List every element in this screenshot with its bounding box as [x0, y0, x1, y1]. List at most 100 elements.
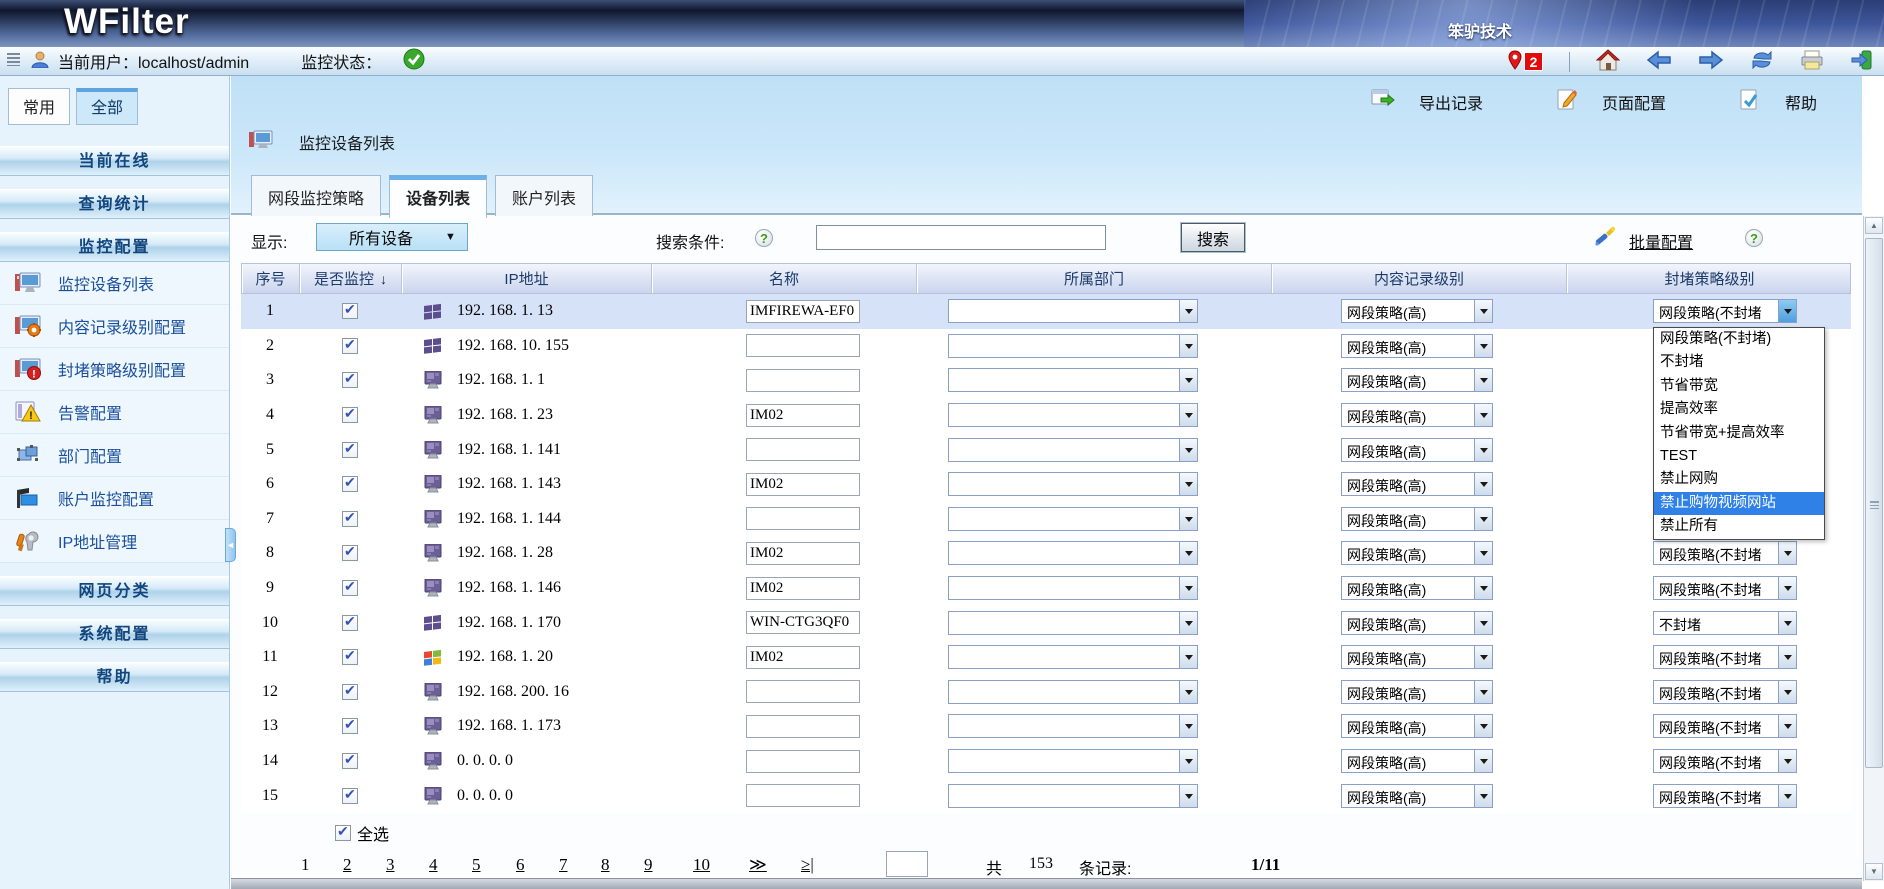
- content-level-select[interactable]: 网段策略(高): [1341, 403, 1493, 427]
- device-name-input[interactable]: [746, 473, 860, 496]
- search-input[interactable]: [816, 225, 1106, 250]
- monitor-checkbox[interactable]: [342, 545, 358, 561]
- dropdown-option[interactable]: 禁止购物视频网站: [1654, 492, 1824, 515]
- dropdown-option[interactable]: 节省带宽: [1654, 375, 1824, 398]
- bottom-scroll-strip[interactable]: [231, 878, 1862, 889]
- toolbar-页面配置[interactable]: 页面配置: [1556, 89, 1666, 115]
- device-name-input[interactable]: [746, 680, 860, 703]
- scrollbar-thumb[interactable]: [1865, 238, 1883, 768]
- search-button[interactable]: 搜索: [1181, 223, 1245, 252]
- sidebar-tab-常用[interactable]: 常用: [8, 88, 70, 125]
- device-name-input[interactable]: [746, 404, 860, 427]
- device-name-input[interactable]: [746, 542, 860, 565]
- dept-select[interactable]: [948, 438, 1198, 462]
- page-link[interactable]: 10: [693, 855, 710, 875]
- monitor-checkbox[interactable]: [342, 718, 358, 734]
- page-link[interactable]: 7: [559, 855, 568, 875]
- page-link[interactable]: 8: [601, 855, 610, 875]
- content-level-select[interactable]: 网段策略(高): [1341, 299, 1493, 323]
- device-name-input[interactable]: [746, 369, 860, 392]
- next-group-link[interactable]: ≫: [749, 855, 767, 875]
- toolbar-导出记录[interactable]: 导出记录: [1371, 89, 1483, 115]
- content-level-select[interactable]: 网段策略(高): [1341, 784, 1493, 808]
- content-level-select[interactable]: 网段策略(高): [1341, 645, 1493, 669]
- dropdown-option[interactable]: 节省带宽+提高效率: [1654, 422, 1824, 445]
- dropdown-option[interactable]: 禁止网购: [1654, 468, 1824, 491]
- block-level-select[interactable]: 网段策略(不封堵: [1653, 645, 1797, 669]
- sidebar-item-监控设备列表[interactable]: 监控设备列表: [0, 262, 229, 305]
- block-level-select[interactable]: 网段策略(不封堵: [1653, 576, 1797, 600]
- dept-select[interactable]: [948, 749, 1198, 773]
- dept-select[interactable]: [948, 368, 1198, 392]
- sidebar-item-封堵策略级别配置[interactable]: !封堵策略级别配置: [0, 348, 229, 391]
- dropdown-option[interactable]: 网段策略(不封堵): [1654, 328, 1824, 351]
- vertical-scrollbar[interactable]: ▲ ▼: [1863, 216, 1884, 881]
- dept-select[interactable]: [948, 507, 1198, 531]
- sidebar-item-告警配置[interactable]: !告警配置: [0, 391, 229, 434]
- device-name-input[interactable]: [746, 750, 860, 773]
- sidebar-tab-全部[interactable]: 全部: [76, 88, 138, 125]
- column-header-序号[interactable]: 序号: [242, 264, 300, 293]
- monitor-checkbox[interactable]: [342, 684, 358, 700]
- content-level-select[interactable]: 网段策略(高): [1341, 334, 1493, 358]
- block-level-select[interactable]: 网段策略(不封堵: [1653, 541, 1797, 565]
- dept-select[interactable]: [948, 403, 1198, 427]
- page-link[interactable]: 3: [386, 855, 395, 875]
- dept-select[interactable]: [948, 611, 1198, 635]
- batch-config-link[interactable]: 批量配置: [1629, 229, 1693, 253]
- column-header-所属部门[interactable]: 所属部门: [917, 264, 1272, 293]
- sidebar-section-帮助[interactable]: 帮助: [0, 662, 229, 692]
- monitor-checkbox[interactable]: [342, 511, 358, 527]
- block-level-select[interactable]: 网段策略(不封堵: [1653, 714, 1797, 738]
- back-icon[interactable]: [1646, 50, 1672, 74]
- content-level-select[interactable]: 网段策略(高): [1341, 472, 1493, 496]
- content-level-select[interactable]: 网段策略(高): [1341, 680, 1493, 704]
- content-level-select[interactable]: 网段策略(高): [1341, 714, 1493, 738]
- monitor-checkbox[interactable]: [342, 338, 358, 354]
- sidebar-section-系统配置[interactable]: 系统配置: [0, 619, 229, 649]
- tab-网段监控策略[interactable]: 网段监控策略: [251, 175, 381, 216]
- device-name-input[interactable]: [746, 577, 860, 600]
- sidebar-section-查询统计[interactable]: 查询统计: [0, 189, 229, 219]
- batch-help-icon[interactable]: ?: [1745, 229, 1763, 247]
- alert-indicator[interactable]: 2: [1508, 50, 1543, 74]
- page-link[interactable]: 6: [516, 855, 525, 875]
- dept-select[interactable]: [948, 680, 1198, 704]
- monitor-checkbox[interactable]: [342, 649, 358, 665]
- dept-select[interactable]: [948, 541, 1198, 565]
- toolbar-帮助[interactable]: 帮助: [1739, 89, 1817, 115]
- last-page-link[interactable]: ≥|: [801, 855, 814, 875]
- dropdown-option[interactable]: TEST: [1654, 445, 1824, 468]
- block-level-select[interactable]: 网段策略(不封堵: [1653, 749, 1797, 773]
- monitor-checkbox[interactable]: [342, 788, 358, 804]
- dept-select[interactable]: [948, 472, 1198, 496]
- page-link[interactable]: 5: [472, 855, 481, 875]
- block-level-select[interactable]: 网段策略(不封堵: [1653, 680, 1797, 704]
- column-header-名称[interactable]: 名称: [652, 264, 917, 293]
- sidebar-section-监控配置[interactable]: 监控配置: [0, 232, 229, 262]
- sidebar-section-网页分类[interactable]: 网页分类: [0, 576, 229, 606]
- page-link[interactable]: 4: [429, 855, 438, 875]
- sidebar-section-当前在线[interactable]: 当前在线: [0, 146, 229, 176]
- print-icon[interactable]: [1800, 50, 1824, 74]
- monitor-checkbox[interactable]: [342, 442, 358, 458]
- column-header-是否监控[interactable]: 是否监控↓: [300, 264, 402, 293]
- page-link[interactable]: 9: [644, 855, 653, 875]
- device-name-input[interactable]: [746, 784, 860, 807]
- dropdown-option[interactable]: 禁止所有: [1654, 515, 1824, 538]
- block-level-select[interactable]: 网段策略(不封堵: [1653, 299, 1797, 323]
- dept-select[interactable]: [948, 784, 1198, 808]
- monitor-checkbox[interactable]: [342, 372, 358, 388]
- dept-select[interactable]: [948, 576, 1198, 600]
- tab-账户列表[interactable]: 账户列表: [495, 175, 593, 216]
- dropdown-option[interactable]: 不封堵: [1654, 351, 1824, 374]
- column-header-IP地址[interactable]: IP地址: [402, 264, 652, 293]
- page-link[interactable]: 2: [343, 855, 352, 875]
- device-name-input[interactable]: [746, 438, 860, 461]
- sidebar-item-内容记录级别配置[interactable]: 内容记录级别配置: [0, 305, 229, 348]
- sort-desc-icon[interactable]: ↓: [380, 271, 387, 287]
- sidebar-item-部门配置[interactable]: 部门配置: [0, 434, 229, 477]
- content-level-select[interactable]: 网段策略(高): [1341, 576, 1493, 600]
- device-filter-select[interactable]: 所有设备 ▼: [316, 223, 468, 251]
- monitor-checkbox[interactable]: [342, 476, 358, 492]
